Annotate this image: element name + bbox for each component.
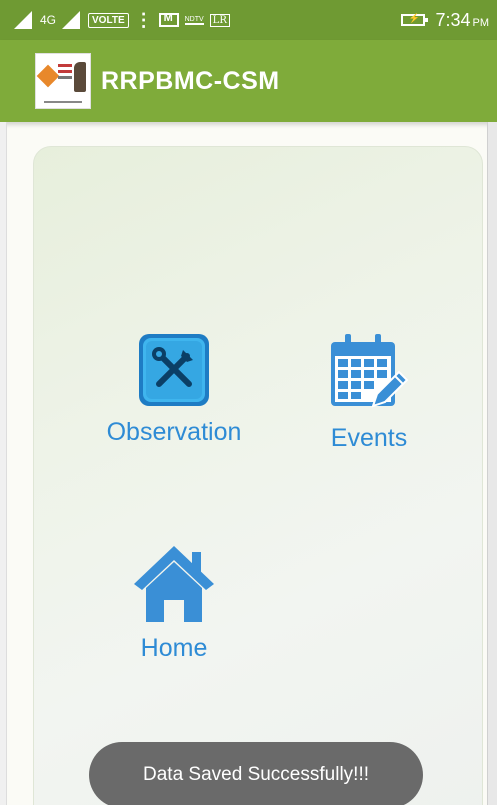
logo-diamond-shape <box>36 64 60 88</box>
more-notifications-icon: ⋮ <box>134 10 153 30</box>
scrollbar-track[interactable] <box>487 122 497 805</box>
ndtv-icon: NDTV <box>184 15 204 25</box>
battery-charging-icon <box>401 13 429 26</box>
network-type-label: 4G <box>40 13 57 27</box>
gmail-icon <box>158 12 179 27</box>
logo-chess-knight-icon <box>74 62 86 92</box>
clock-time: 7:34 <box>435 9 471 30</box>
signal-icon-2 <box>62 11 82 29</box>
menu-label-home: Home <box>140 634 208 662</box>
app-logo <box>35 53 91 109</box>
left-edge <box>0 122 7 805</box>
app-screen: 4G VOLTE ⋮ NDTV LR 7:34PM RRPBMC-CSM <box>0 0 497 805</box>
lr-icon: LR <box>209 13 230 27</box>
toast-message: Data Saved Successfully!!! <box>89 742 423 805</box>
home-icon <box>132 542 216 624</box>
status-left-group: 4G VOLTE ⋮ NDTV LR <box>0 11 230 29</box>
menu-item-observation[interactable]: Observation <box>89 332 259 447</box>
status-bar: 4G VOLTE ⋮ NDTV LR 7:34PM <box>0 0 497 40</box>
app-title: RRPBMC-CSM <box>101 66 280 95</box>
calendar-edit-icon <box>327 332 411 414</box>
clock-ampm: PM <box>472 16 490 29</box>
signal-icon <box>14 11 34 29</box>
tools-icon <box>137 332 211 408</box>
status-right-group: 7:34PM <box>401 0 489 40</box>
logo-caption-line <box>44 101 82 103</box>
menu-label-observation: Observation <box>106 418 242 446</box>
logo-text-lines <box>58 64 72 67</box>
menu-card: Observation Events Home <box>33 146 483 805</box>
menu-item-events[interactable]: Events <box>289 332 449 453</box>
app-bar: RRPBMC-CSM <box>0 40 497 122</box>
clock: 7:34 PM <box>435 10 489 31</box>
menu-item-home[interactable]: Home <box>109 542 239 663</box>
menu-label-events: Events <box>330 424 408 452</box>
volte-badge: VOLTE <box>88 12 129 28</box>
